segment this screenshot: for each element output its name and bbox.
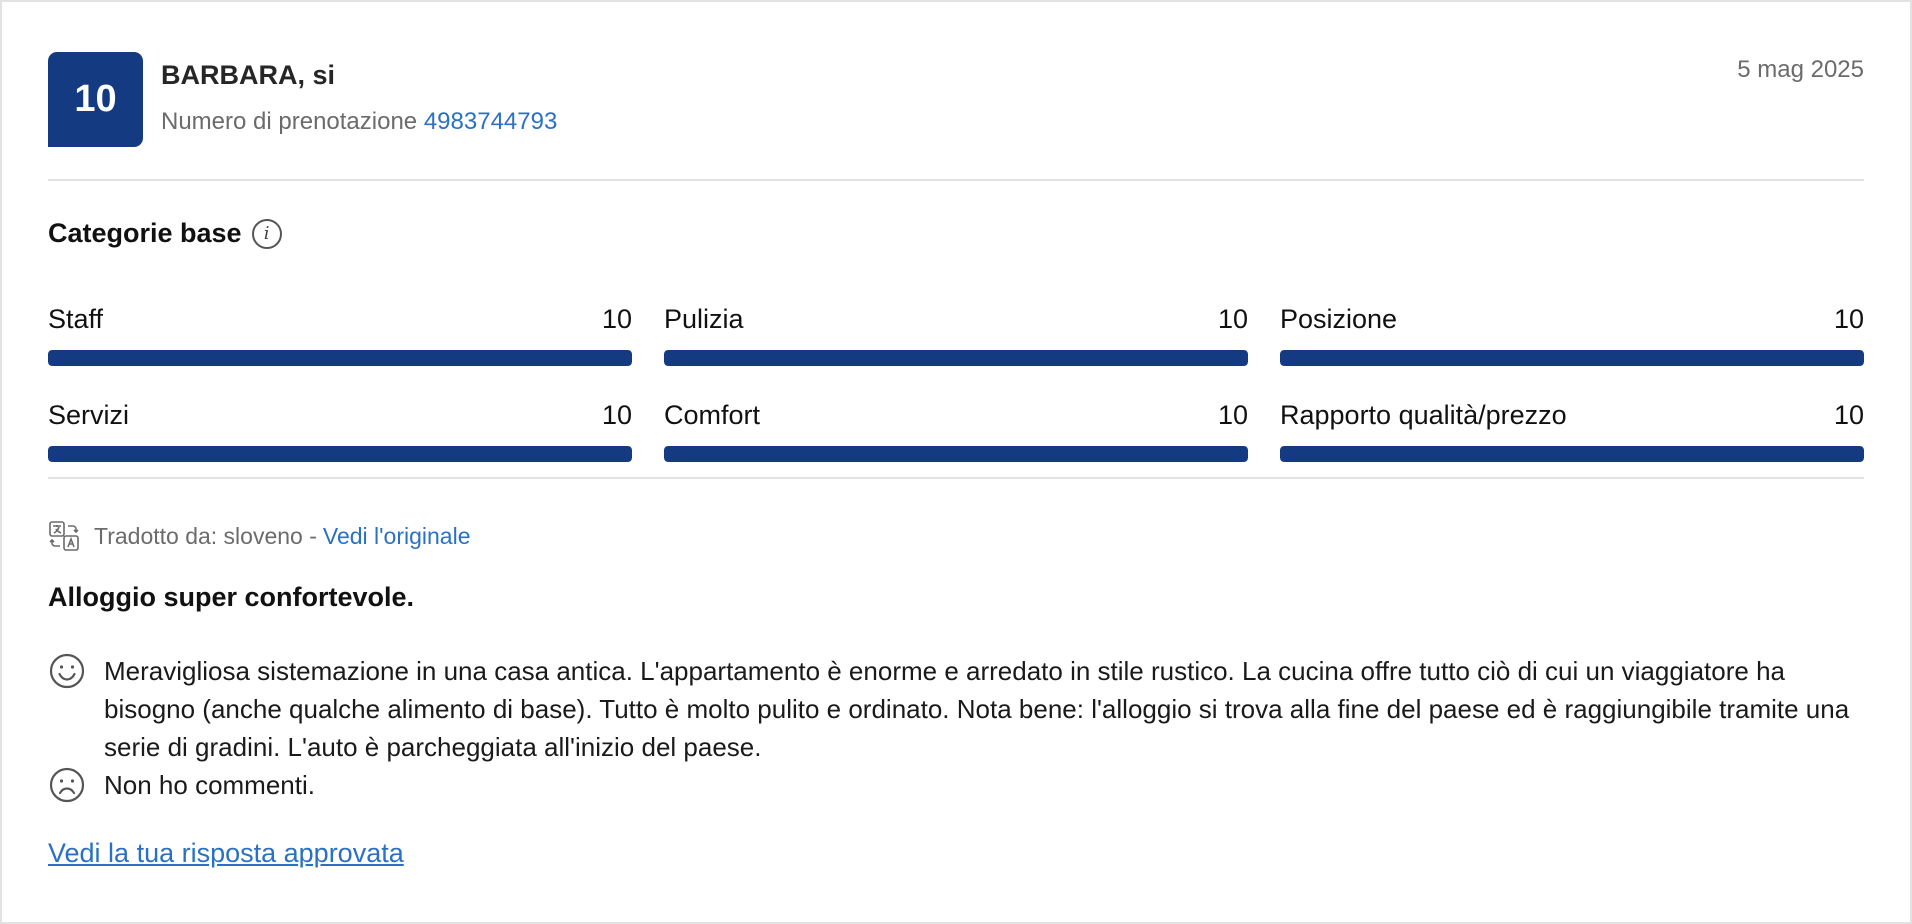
- category-posizione: Posizione 10: [1280, 304, 1864, 368]
- category-label: Servizi: [48, 400, 130, 430]
- translation-text: Tradotto da: sloveno -: [94, 522, 317, 549]
- guest-name: BARBARA, si: [161, 60, 336, 90]
- categories-heading: Categorie base i: [48, 218, 282, 249]
- category-bar-fill: [48, 446, 632, 462]
- smiley-happy-icon: [49, 653, 85, 689]
- view-approved-response-link[interactable]: Vedi la tua risposta approvata: [48, 838, 404, 869]
- positive-comment-text: Meravigliosa sistemazione in una casa an…: [104, 656, 1850, 762]
- divider: [48, 477, 1864, 479]
- category-bar-fill: [1280, 446, 1864, 462]
- info-icon[interactable]: i: [251, 218, 282, 249]
- category-label: Posizione: [1280, 304, 1398, 334]
- booking-number-link[interactable]: 4983744793: [424, 108, 557, 135]
- category-bar-fill: [48, 350, 632, 366]
- category-score: 10: [601, 304, 632, 334]
- category-score: 10: [1217, 304, 1248, 334]
- review-header: 10 BARBARA, si Numero di prenotazione 49…: [48, 52, 1864, 148]
- translate-icon: [49, 521, 79, 551]
- review-card: 10 BARBARA, si Numero di prenotazione 49…: [0, 0, 1912, 924]
- category-score: 10: [1833, 400, 1864, 430]
- category-comfort: Comfort 10: [664, 400, 1248, 464]
- review-title: Alloggio super confortevole.: [48, 582, 415, 612]
- category-bar: [1280, 446, 1864, 462]
- booking-info: Numero di prenotazione 4983744793: [161, 108, 557, 136]
- smiley-sad-icon: [49, 767, 85, 803]
- category-label: Staff: [48, 304, 104, 334]
- categories-title: Categorie base: [48, 218, 242, 248]
- category-bar-fill: [664, 446, 1248, 462]
- positive-comment: Meravigliosa sistemazione in una casa an…: [48, 652, 1864, 766]
- category-score: 10: [1833, 304, 1864, 334]
- category-pulizia: Pulizia 10: [664, 304, 1248, 368]
- category-bar-fill: [664, 350, 1248, 366]
- category-bar: [664, 350, 1248, 366]
- negative-comment-text: Non ho commenti.: [104, 770, 315, 800]
- category-score: 10: [1217, 400, 1248, 430]
- negative-comment: Non ho commenti.: [48, 766, 1864, 806]
- category-bar-fill: [1280, 350, 1864, 366]
- category-servizi: Servizi 10: [48, 400, 632, 464]
- category-label: Comfort: [664, 400, 761, 430]
- category-label: Rapporto qualità/prezzo: [1280, 400, 1567, 430]
- category-rapporto-qualita-prezzo: Rapporto qualità/prezzo 10: [1280, 400, 1864, 464]
- view-original-link[interactable]: Vedi l'originale: [323, 523, 471, 550]
- booking-label: Numero di prenotazione: [161, 108, 418, 135]
- review-date: 5 mag 2025: [1737, 56, 1864, 83]
- category-bar: [48, 350, 632, 366]
- category-bar: [1280, 350, 1864, 366]
- category-label: Pulizia: [664, 304, 744, 334]
- category-bar: [664, 446, 1248, 462]
- score-badge: 10: [48, 52, 143, 147]
- category-score: 10: [601, 400, 632, 430]
- translation-info: Tradotto da: sloveno - Vedi l'originale: [48, 520, 471, 552]
- category-bar: [48, 446, 632, 462]
- category-staff: Staff 10: [48, 304, 632, 368]
- divider: [48, 179, 1864, 181]
